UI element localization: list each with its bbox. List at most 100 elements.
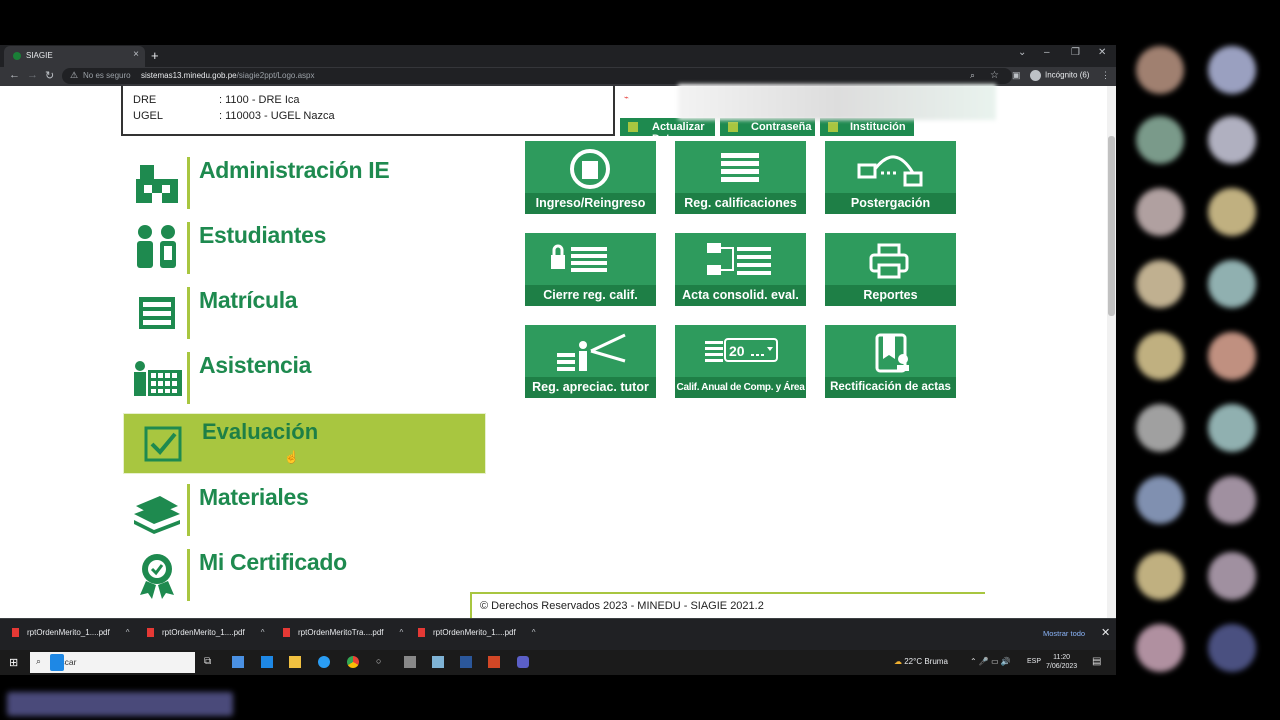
pdf-icon (147, 628, 154, 638)
tile-reportes[interactable]: Reportes (825, 233, 956, 306)
record-correction-icon (875, 333, 909, 373)
back-icon[interactable]: ← (9, 69, 20, 81)
tab-search-icon[interactable]: ⌄ (1018, 47, 1026, 58)
weather-text: 22°C Bruma (904, 657, 948, 666)
menu-administracion-ie[interactable]: Administración IE (130, 157, 490, 213)
tile-ingreso-reingreso[interactable]: Ingreso/Reingreso (525, 141, 656, 214)
participant-avatar (1208, 116, 1256, 164)
ugel-row: UGEL : 110003 - UGEL Nazca (133, 110, 335, 122)
side-panel-icon[interactable]: ▣ (1012, 70, 1021, 81)
participant-avatar (1136, 188, 1184, 236)
menu-label: Materiales (199, 484, 309, 510)
clock[interactable]: 11:20 7/06/2023 (1046, 653, 1077, 671)
task-view-icon[interactable]: ⧉ (204, 656, 216, 668)
tile-postergacion[interactable]: Postergación (825, 141, 956, 214)
menu-divider (187, 549, 190, 601)
chevron-up-icon[interactable]: ^ (400, 628, 404, 637)
tile-acta-consolid-eval[interactable]: Acta consolid. eval. (675, 233, 806, 306)
app-icon[interactable] (432, 656, 444, 668)
incognito-icon (1030, 70, 1041, 81)
search-icon: ⌕ (36, 656, 42, 666)
menu-estudiantes[interactable]: Estudiantes (130, 222, 490, 278)
chevron-up-icon[interactable]: ^ (126, 628, 130, 637)
dre-value: : 1100 - DRE Ica (219, 94, 300, 106)
menu-kebab-icon[interactable]: ⋮ (1101, 70, 1110, 81)
participant-avatar (1136, 116, 1184, 164)
restore-icon[interactable]: ❐ (1071, 47, 1080, 58)
button-square-icon (828, 122, 838, 132)
participant-avatar (1208, 552, 1256, 600)
download-item[interactable]: rptOrdenMeritoTra....pdf ^ (283, 628, 404, 638)
download-item[interactable]: rptOrdenMerito_1....pdf ^ (147, 628, 265, 638)
menu-asistencia[interactable]: Asistencia (130, 352, 490, 408)
update-data-button[interactable]: Actualizar Datos (620, 118, 715, 145)
menu-mi-certificado[interactable]: Mi Certificado (130, 549, 490, 605)
password-button[interactable]: Contraseña (720, 118, 815, 136)
taskbar-search-box[interactable]: ⌕ Buscar (30, 652, 195, 673)
mail-icon[interactable] (261, 656, 273, 668)
teams-icon[interactable] (517, 656, 529, 668)
weather-widget[interactable]: ☁ 22°C Bruma (894, 657, 948, 666)
close-tab-icon[interactable]: × (133, 49, 139, 60)
tile-cierre-reg-calif[interactable]: Cierre reg. calif. (525, 233, 656, 306)
scrollbar-thumb[interactable] (1108, 136, 1115, 316)
participant-avatar (1208, 332, 1256, 380)
clock-time: 11:20 (1053, 654, 1071, 661)
tile-label: Reg. apreciac. tutor (525, 377, 656, 398)
browser-tab-siagie[interactable]: SIAGIE × (4, 46, 145, 67)
participant-avatar (1136, 260, 1184, 308)
bookmark-star-icon[interactable]: ☆ (990, 70, 999, 81)
page-footer: © Derechos Reservados 2023 - MINEDU - SI… (470, 592, 985, 620)
word-icon[interactable] (460, 656, 472, 668)
warning-icon[interactable]: ⚠ (70, 70, 78, 81)
menu-divider (187, 222, 190, 274)
forward-icon[interactable]: → (27, 69, 38, 81)
participant-avatar (1136, 624, 1184, 672)
tile-label: Rectificación de actas (825, 377, 956, 398)
new-tab-icon[interactable]: + (151, 48, 159, 63)
close-window-icon[interactable]: ✕ (1098, 47, 1106, 58)
tools-icon[interactable] (404, 656, 416, 668)
lock-list-icon (551, 244, 607, 272)
tile-rectificacion-de-actas[interactable]: Rectificación de actas (825, 325, 956, 398)
file-explorer-icon[interactable] (289, 656, 301, 668)
download-filename: rptOrdenMeritoTra....pdf (298, 628, 384, 637)
chevron-up-icon[interactable]: ^ (261, 628, 265, 637)
ugel-value: : 110003 - UGEL Nazca (219, 110, 335, 122)
download-item[interactable]: rptOrdenMerito_1....pdf ^ (12, 628, 130, 638)
certificate-badge-icon (140, 554, 174, 599)
zoom-icon[interactable]: ⌕ (970, 70, 975, 81)
minimize-icon[interactable]: – (1044, 47, 1050, 58)
tile-label: Reg. calificaciones (675, 193, 806, 214)
store-icon[interactable] (232, 656, 244, 668)
windows-start-icon[interactable]: ⊞ (9, 656, 18, 669)
tab-strip (0, 45, 1116, 67)
menu-evaluacion[interactable]: Evaluación ☝ (123, 413, 486, 474)
url-text[interactable]: sistemas13.minedu.gob.pe/siagie2ppt/Logo… (141, 71, 314, 80)
tile-calif-anual[interactable]: 20 Calif. Anual de Comp. y Área (675, 325, 806, 398)
menu-matricula[interactable]: Matrícula (130, 287, 490, 343)
participant-avatar (1208, 46, 1256, 94)
download-item[interactable]: rptOrdenMerito_1....pdf ^ (418, 628, 536, 638)
tile-reg-apreciac-tutor[interactable]: Reg. apreciac. tutor (525, 325, 656, 398)
menu-materiales[interactable]: Materiales (130, 484, 490, 540)
printer-icon (869, 243, 909, 279)
close-downloads-icon[interactable]: ✕ (1101, 626, 1110, 639)
powerpoint-icon[interactable] (488, 656, 500, 668)
edge-icon[interactable] (318, 656, 330, 668)
app-circle-icon[interactable]: ○ (376, 656, 388, 668)
tutor-note-icon (557, 333, 626, 371)
menu-label: Matrícula (199, 287, 298, 313)
incognito-indicator[interactable]: Incógnito (6) (1030, 70, 1089, 81)
language-indicator[interactable]: ESP (1027, 658, 1041, 665)
tile-reg-calificaciones[interactable]: Reg. calificaciones (675, 141, 806, 214)
institution-button[interactable]: Institución (820, 118, 914, 136)
chevron-up-icon[interactable]: ^ (532, 628, 536, 637)
system-tray-icons[interactable]: ⌃ 🎤 ▭ 🔊 (970, 657, 1011, 666)
security-label[interactable]: No es seguro (83, 71, 131, 80)
show-all-downloads-link[interactable]: Mostrar todo (1043, 629, 1085, 638)
notifications-icon[interactable]: ▤ (1092, 656, 1101, 667)
chrome-icon[interactable] (347, 656, 359, 668)
reload-icon[interactable]: ↻ (45, 69, 54, 82)
menu-divider (187, 287, 190, 339)
